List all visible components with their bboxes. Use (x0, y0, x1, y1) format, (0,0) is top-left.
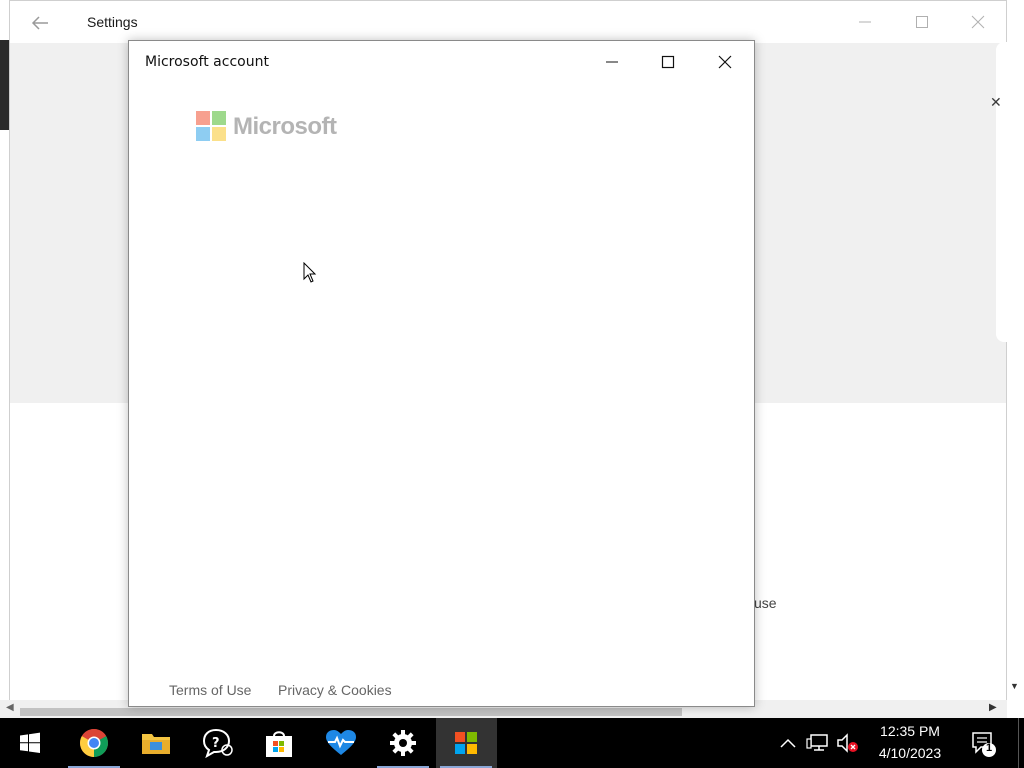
logo-square-red (196, 111, 210, 125)
dialog-title: Microsoft account (145, 54, 269, 70)
volume-button[interactable] (836, 732, 860, 754)
taskbar-file-explorer[interactable] (126, 718, 186, 768)
privacy-cookies-link[interactable]: Privacy & Cookies (278, 682, 392, 698)
taskbar-store[interactable] (249, 718, 309, 768)
svg-text:?: ? (212, 736, 220, 751)
start-button[interactable] (0, 718, 60, 768)
network-icon (806, 734, 828, 751)
close-icon (971, 15, 985, 29)
taskbar-get-help[interactable]: ? (188, 718, 248, 768)
dialog-close-button[interactable] (710, 49, 740, 75)
dialog-maximize-button[interactable] (653, 49, 683, 75)
settings-maximize-button[interactable] (907, 9, 937, 35)
microsoft-account-dialog: Microsoft account Microsoft Terms of Use… (128, 40, 755, 707)
background-window-dark-edge (0, 40, 9, 130)
scroll-right-arrow-icon[interactable]: ▶ (989, 702, 997, 713)
maximize-icon (661, 55, 675, 69)
minimize-icon (606, 61, 618, 63)
volume-muted-icon (837, 733, 858, 753)
taskbar-chrome[interactable] (64, 718, 124, 768)
chrome-icon (80, 729, 108, 757)
logo-square-yellow (212, 127, 226, 141)
logo-square-blue (196, 127, 210, 141)
notification-count-badge: 1 (985, 742, 993, 754)
logo-square-green (212, 111, 226, 125)
microsoft-logo-icon (196, 111, 226, 141)
horizontal-scrollbar-thumb[interactable] (20, 708, 682, 716)
terms-of-use-link[interactable]: Terms of Use (169, 682, 251, 698)
gear-icon (390, 730, 416, 756)
chevron-up-icon (780, 738, 796, 748)
action-center-button[interactable]: 1 (970, 730, 998, 758)
microsoft-wordmark: Microsoft (233, 113, 337, 140)
show-hidden-icons-button[interactable] (778, 732, 798, 754)
scroll-left-arrow-icon[interactable]: ◀ (6, 702, 14, 713)
close-icon (718, 55, 732, 69)
taskbar-microsoft-account[interactable] (436, 718, 496, 768)
settings-partial-text: use (754, 595, 777, 611)
taskbar: ? 12:35 PM 4/10/2023 1 (0, 718, 1024, 768)
settings-side-panel (996, 42, 1016, 342)
taskbar-settings[interactable] (373, 718, 433, 768)
taskbar-health[interactable] (311, 718, 371, 768)
windows-logo-icon (20, 732, 40, 753)
store-bag-icon (266, 731, 292, 757)
microsoft-logo-icon (455, 732, 477, 754)
help-chat-icon: ? (202, 728, 233, 758)
minimize-icon (859, 21, 871, 23)
clock-date[interactable]: 4/10/2023 (870, 745, 950, 761)
scroll-down-arrow-icon[interactable]: ▼ (1010, 681, 1019, 691)
heart-pulse-icon (326, 730, 356, 755)
settings-close-button[interactable] (963, 9, 993, 35)
network-button[interactable] (806, 732, 830, 754)
settings-minimize-button[interactable] (850, 9, 880, 35)
folder-icon (142, 734, 170, 754)
maximize-icon (916, 16, 928, 28)
side-panel-close-icon[interactable]: ✕ (990, 94, 1002, 111)
dialog-minimize-button[interactable] (597, 49, 627, 75)
mouse-pointer-icon (303, 261, 317, 284)
show-desktop-button[interactable] (1018, 718, 1024, 768)
back-arrow-icon[interactable] (28, 11, 52, 35)
settings-title: Settings (87, 14, 138, 30)
clock-time[interactable]: 12:35 PM (870, 723, 950, 739)
